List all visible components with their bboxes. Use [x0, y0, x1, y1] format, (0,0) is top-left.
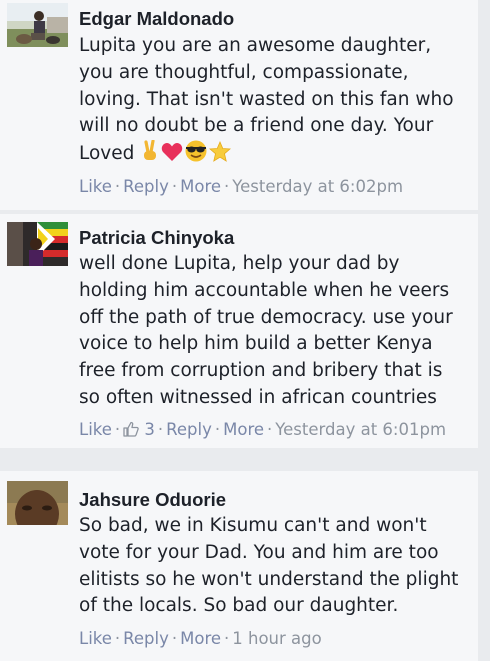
comment-line: loving. That isn't wasted on this fan wh… [79, 88, 454, 110]
reply-link[interactable]: Reply [123, 629, 169, 648]
comment-line: So bad, we in Kisumu can't and won't [79, 515, 427, 536]
separator: · [267, 420, 273, 439]
comment-line: elitists so he won't understand the plig… [79, 568, 459, 590]
separator: · [224, 177, 230, 196]
avatar[interactable] [7, 481, 68, 525]
comment-author[interactable]: Jahsure Oduorie [79, 489, 226, 511]
separator: · [114, 629, 121, 648]
comment-line: voice to help him build a better Kenya [79, 333, 433, 355]
victory-hand-icon [140, 139, 160, 171]
comment-line: well done Lupita, help your dad by [79, 253, 400, 274]
comment-text: So bad, we in Kisumu can't and won't vot… [79, 513, 474, 620]
separator: · [224, 629, 230, 648]
comment-text: Lupita you are an awesome daughter, you … [79, 33, 474, 171]
comment-line: will no doubt be a friend one day. Your [79, 115, 434, 137]
comment-line: Loved [79, 139, 474, 171]
comment-line-text: Loved [79, 143, 135, 165]
more-link[interactable]: More [223, 420, 264, 439]
comment-line: of the locals. So bad our daughter. [79, 595, 399, 617]
star-icon [209, 141, 232, 171]
comment-card: Jahsure Oduorie So bad, we in Kisumu can… [0, 471, 478, 661]
timestamp[interactable]: 1 hour ago [232, 629, 321, 648]
thumbs-up-icon [123, 421, 139, 441]
comment-text: well done Lupita, help your dad by holdi… [79, 251, 474, 412]
comment-line: so often witnessed in african countries [79, 386, 437, 408]
heart-icon [161, 142, 183, 171]
comment-card: Patricia Chinyoka well done Lupita, help… [0, 214, 478, 448]
timestamp[interactable]: Yesterday at 6:02pm [232, 177, 403, 196]
reply-link[interactable]: Reply [166, 420, 212, 439]
comment-line: holding him accountable when he veers [79, 279, 450, 301]
more-link[interactable]: More [180, 177, 221, 196]
like-count[interactable]: 3 [144, 420, 155, 439]
more-link[interactable]: More [180, 629, 221, 648]
comment-line: off the path of true democracy. use your [79, 306, 453, 328]
comment-actions: Like · Reply · More · 1 hour ago [79, 629, 322, 648]
comment-author[interactable]: Patricia Chinyoka [79, 227, 234, 249]
comment-actions: Like · 3 · Reply · More · Yesterday at 6:01pm [79, 420, 446, 441]
separator: · [214, 420, 221, 439]
separator: · [171, 629, 178, 648]
separator: · [171, 177, 178, 196]
avatar[interactable] [7, 3, 68, 47]
like-link[interactable]: Like [79, 177, 112, 196]
comment-line: Lupita you are an awesome daughter, [79, 35, 432, 56]
sunglasses-face-icon [184, 140, 208, 171]
timestamp[interactable]: Yesterday at 6:01pm [275, 420, 446, 439]
separator: · [114, 420, 121, 439]
comment-author[interactable]: Edgar Maldonado [79, 8, 234, 30]
like-link[interactable]: Like [79, 420, 112, 439]
avatar[interactable] [7, 222, 68, 266]
separator: · [114, 177, 121, 196]
comment-line: free from corruption and bribery that is [79, 360, 443, 382]
comment-actions: Like · Reply · More · Yesterday at 6:02pm [79, 177, 403, 196]
comment-line: vote for your Dad. You and him are too [79, 541, 439, 563]
comment-line: you are thoughtful, compassionate, [79, 61, 409, 83]
comment-card: Edgar Maldonado Lupita you are an awesom… [0, 0, 478, 210]
separator: · [157, 420, 164, 439]
like-link[interactable]: Like [79, 629, 112, 648]
reply-link[interactable]: Reply [123, 177, 169, 196]
